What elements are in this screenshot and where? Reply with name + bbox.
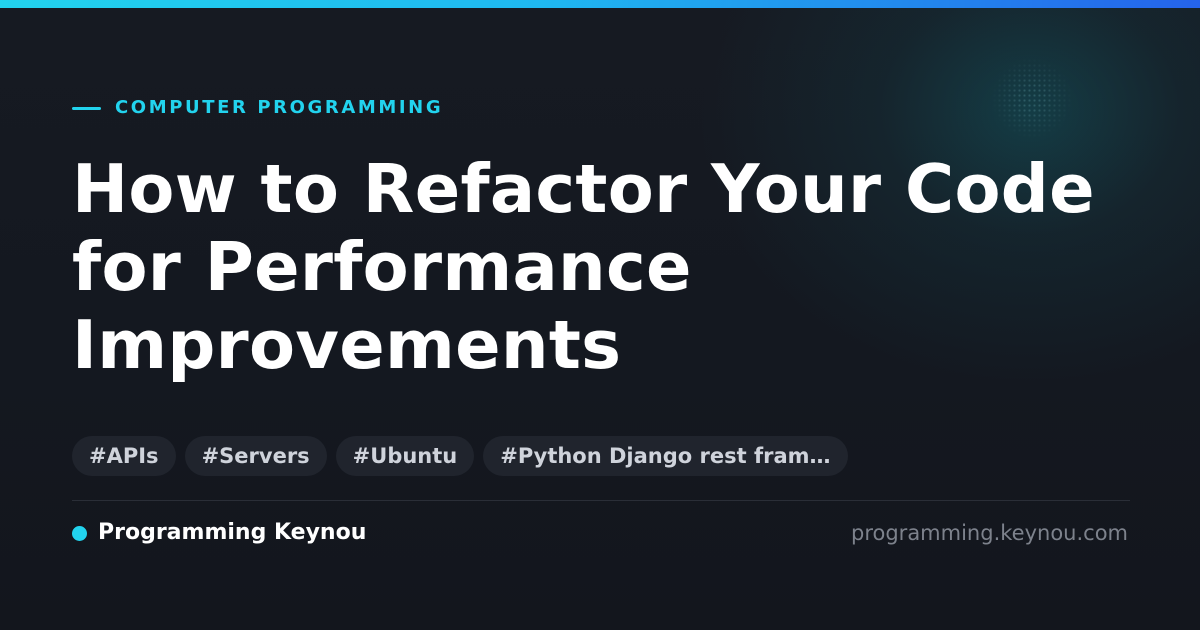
tag-ubuntu: #Ubuntu (335, 436, 475, 476)
brand-name: Programming Keynou (98, 520, 367, 545)
footer-divider (72, 500, 1130, 501)
category-dash-icon (72, 106, 101, 110)
category-text: COMPUTER PROGRAMMING (115, 97, 444, 118)
article-title: How to Refactor Your Code for Performanc… (72, 150, 1152, 384)
tag-servers: #Servers (184, 436, 327, 476)
title-line-1: How to Refactor Your Code (72, 150, 1095, 228)
accent-top-bar (0, 0, 1200, 8)
tag-python-django: #Python Django rest fram… (483, 436, 848, 476)
title-line-2: for Performance (72, 228, 692, 306)
brand: Programming Keynou (72, 518, 366, 548)
dot-pattern-decoration (992, 58, 1072, 138)
category-label: COMPUTER PROGRAMMING (72, 96, 443, 120)
tag-list: #APIs #Servers #Ubuntu #Python Django re… (72, 436, 848, 476)
site-domain: programming.keynou.com (851, 521, 1128, 545)
tag-apis: #APIs (72, 436, 176, 476)
brand-dot-icon (72, 525, 87, 541)
title-line-3: Improvements (72, 306, 622, 384)
